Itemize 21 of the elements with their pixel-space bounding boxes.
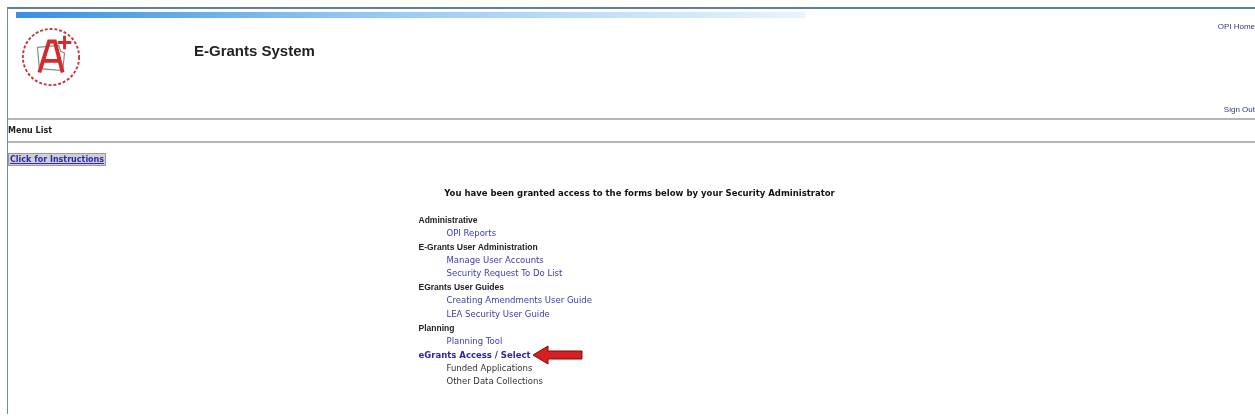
group-heading: Administrative bbox=[418, 214, 478, 225]
header-link[interactable]: OPI Home bbox=[1217, 22, 1255, 31]
logo-icon bbox=[20, 26, 82, 88]
header-link[interactable]: Sign Out bbox=[1223, 105, 1255, 114]
instructions-button[interactable]: Click for Instructions bbox=[8, 153, 107, 166]
intro-text: You have been granted access to the forms below by your Security Administrator bbox=[444, 188, 835, 198]
group-heading: E-Grants User Administration bbox=[418, 241, 538, 252]
menu-link[interactable]: Manage User Accounts bbox=[446, 253, 544, 267]
menu-item[interactable]: Funded Applications bbox=[446, 361, 533, 375]
menu-item[interactable]: Other Data Collections bbox=[446, 375, 543, 389]
menu-link[interactable]: Creating Amendments User Guide bbox=[446, 294, 592, 308]
group-heading: EGrants User Guides bbox=[418, 282, 504, 293]
menu-list-title: Menu List bbox=[8, 126, 52, 135]
menu-link[interactable]: LEA Security User Guide bbox=[446, 307, 550, 321]
menu-link[interactable]: Planning Tool bbox=[446, 334, 503, 348]
menu-link[interactable]: eGrants Access / Select bbox=[418, 349, 531, 360]
menu-link[interactable]: Security Request To Do List bbox=[446, 267, 563, 281]
menu-link[interactable]: OPI Reports bbox=[446, 226, 497, 240]
group-heading: Planning bbox=[418, 322, 455, 333]
system-title: E-Grants System bbox=[194, 42, 315, 59]
arrow-icon bbox=[531, 344, 584, 365]
